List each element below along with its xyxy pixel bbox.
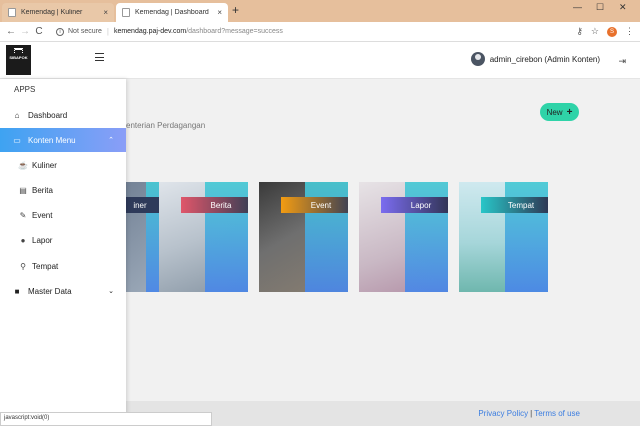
sidebar-item-master-data[interactable]: ■ Master Data ⌄: [0, 279, 126, 303]
sidebar-item-label: Tempat: [32, 261, 59, 271]
comment-icon: ●: [20, 235, 26, 245]
sidebar-item-kuliner[interactable]: ☕ Kuliner: [0, 153, 126, 177]
card-label: Event: [310, 200, 332, 210]
card-label: Berita: [210, 200, 232, 210]
sidebar-item-label: Event: [32, 210, 53, 220]
sidebar: APPS ⌂ Dashboard ▭ Konten Menu ⌃ ☕ Kulin…: [0, 79, 126, 426]
browser-actions: ⚷ ☆ S ⋮: [576, 26, 634, 37]
logo-text: SIBAPOK: [9, 55, 28, 60]
plus-icon: +: [566, 106, 573, 118]
browser-status-bar: javascript:void(0): [0, 412, 212, 426]
tab-title: Kemendag | Dashboard: [135, 9, 209, 16]
user-name: admin_cirebon (Admin Konten): [489, 54, 600, 64]
coffee-icon: ☕: [18, 160, 28, 170]
new-button[interactable]: New +: [540, 103, 579, 121]
close-window-icon[interactable]: ✕: [619, 2, 627, 13]
chevron-down-icon: ⌄: [108, 288, 114, 295]
folder-icon: ■: [14, 286, 20, 296]
sidebar-item-label: Dashboard: [28, 110, 68, 120]
card-label: iner: [133, 200, 147, 210]
card-event[interactable]: Event: [259, 182, 348, 292]
privacy-policy-link[interactable]: Privacy Policy: [478, 409, 528, 418]
sibapok-logo[interactable]: SIBAPOK: [6, 45, 31, 75]
home-icon: ⌂: [14, 110, 20, 120]
card-ribbon: Berita: [181, 197, 248, 213]
back-icon[interactable]: ←: [4, 26, 18, 37]
reload-icon[interactable]: C: [32, 26, 46, 37]
tab-kuliner[interactable]: Kemendag | Kuliner ×: [2, 3, 114, 22]
menu-toggle-icon[interactable]: [95, 53, 104, 61]
page-icon: [122, 8, 130, 17]
card-label: Lapor: [410, 200, 432, 210]
url-host: kemendag.paj-dev.com: [113, 28, 187, 35]
key-icon[interactable]: ⚷: [576, 26, 583, 37]
minimize-icon[interactable]: —: [573, 2, 582, 12]
sidebar-item-dashboard[interactable]: ⌂ Dashboard: [0, 103, 126, 127]
close-tab-icon[interactable]: ×: [217, 8, 222, 17]
security-status[interactable]: Not secure: [68, 28, 102, 35]
sidebar-item-lapor[interactable]: ● Lapor: [0, 228, 126, 252]
sidebar-item-berita[interactable]: ▤ Berita: [0, 178, 126, 202]
footer-divider: |: [530, 409, 533, 418]
card-ribbon: Lapor: [381, 197, 448, 213]
card-lapor[interactable]: Lapor: [359, 182, 448, 292]
user-menu[interactable]: admin_cirebon (Admin Konten): [470, 52, 600, 66]
newspaper-icon: ▤: [19, 185, 27, 195]
chevron-up-icon: ⌃: [108, 137, 114, 144]
close-tab-icon[interactable]: ×: [103, 8, 108, 17]
info-icon[interactable]: i: [56, 27, 64, 36]
page-icon: [8, 8, 16, 17]
map-pin-icon: ⚲: [20, 261, 26, 271]
tab-dashboard[interactable]: Kemendag | Dashboard ×: [116, 3, 228, 22]
maximize-icon[interactable]: ☐: [596, 2, 604, 13]
laptop-icon: ▭: [13, 135, 21, 145]
card-ribbon: Tempat: [481, 197, 548, 213]
new-button-label: New: [546, 107, 563, 117]
sidebar-item-label: Master Data: [28, 286, 72, 296]
app-header: SIBAPOK admin_cirebon (Admin Konten) ⇥: [0, 42, 640, 79]
sidebar-item-konten-menu[interactable]: ▭ Konten Menu ⌃: [0, 128, 126, 152]
sidebar-item-label: Konten Menu: [28, 135, 76, 145]
sidebar-item-tempat[interactable]: ⚲ Tempat: [0, 254, 126, 278]
url-path: /dashboard?message=success: [186, 28, 283, 35]
bookmark-star-icon[interactable]: ☆: [591, 26, 599, 37]
card-berita[interactable]: Berita: [159, 182, 248, 292]
forward-icon[interactable]: →: [18, 26, 32, 37]
address-bar: ← → C i Not secure | kemendag.paj-dev.co…: [0, 22, 640, 42]
sidebar-item-label: Kuliner: [32, 160, 57, 170]
sidebar-item-label: Berita: [32, 185, 53, 195]
browser-menu-icon[interactable]: ⋮: [625, 26, 634, 37]
address-divider: |: [106, 27, 109, 36]
sidebar-item-event[interactable]: ✎ Event: [0, 203, 126, 227]
card-ribbon: Event: [281, 197, 348, 213]
sidebar-section-title: APPS: [14, 85, 36, 94]
tab-title: Kemendag | Kuliner: [21, 9, 83, 16]
logo-signal-icon: [14, 48, 23, 53]
terms-of-use-link[interactable]: Terms of use: [534, 409, 580, 418]
user-avatar: [470, 52, 485, 66]
profile-avatar[interactable]: S: [607, 26, 617, 37]
edit-icon: ✎: [19, 210, 27, 220]
card-label: Tempat: [507, 200, 535, 210]
sidebar-item-label: Lapor: [32, 235, 53, 245]
logout-icon[interactable]: ⇥: [618, 56, 626, 67]
new-tab-button[interactable]: +: [232, 3, 239, 17]
page-subtitle: enterian Perdagangan: [126, 121, 206, 130]
url-field[interactable]: kemendag.paj-dev.com/dashboard?message=s…: [114, 28, 283, 35]
main-content: enterian Perdagangan New + iner Berita E…: [100, 79, 640, 401]
browser-tab-bar: Kemendag | Kuliner × Kemendag | Dashboar…: [0, 0, 640, 22]
card-tempat[interactable]: Tempat: [459, 182, 548, 292]
